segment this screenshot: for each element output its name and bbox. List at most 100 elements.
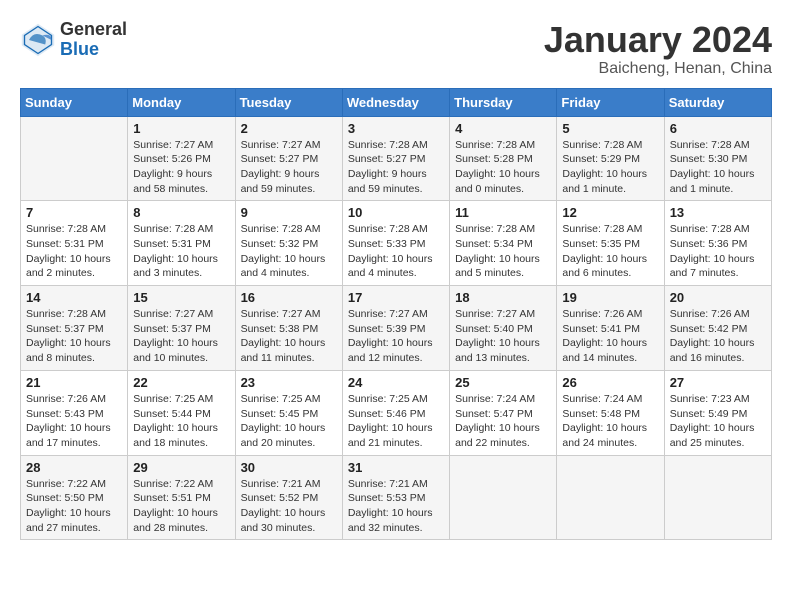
day-info: Sunrise: 7:26 AM Sunset: 5:43 PM Dayligh… [26,392,122,451]
calendar-cell: 25 Sunrise: 7:24 AM Sunset: 5:47 PM Dayli… [450,370,557,455]
day-info: Sunrise: 7:28 AM Sunset: 5:33 PM Dayligh… [348,222,444,281]
calendar-cell: 27 Sunrise: 7:23 AM Sunset: 5:49 PM Dayli… [664,370,771,455]
calendar-title: January 2024 [544,20,772,60]
header-day-thursday: Thursday [450,88,557,116]
day-number: 22 [133,375,229,390]
day-number: 5 [562,121,658,136]
header-day-wednesday: Wednesday [342,88,449,116]
calendar-cell: 17 Sunrise: 7:27 AM Sunset: 5:39 PM Dayli… [342,286,449,371]
day-number: 7 [26,205,122,220]
day-info: Sunrise: 7:21 AM Sunset: 5:53 PM Dayligh… [348,477,444,536]
day-info: Sunrise: 7:28 AM Sunset: 5:29 PM Dayligh… [562,138,658,197]
calendar-cell: 11 Sunrise: 7:28 AM Sunset: 5:34 PM Dayli… [450,201,557,286]
day-info: Sunrise: 7:28 AM Sunset: 5:30 PM Dayligh… [670,138,766,197]
calendar-cell: 6 Sunrise: 7:28 AM Sunset: 5:30 PM Daylig… [664,116,771,201]
day-info: Sunrise: 7:24 AM Sunset: 5:48 PM Dayligh… [562,392,658,451]
day-number: 27 [670,375,766,390]
day-info: Sunrise: 7:22 AM Sunset: 5:50 PM Dayligh… [26,477,122,536]
day-number: 23 [241,375,337,390]
calendar-week-4: 21 Sunrise: 7:26 AM Sunset: 5:43 PM Dayli… [21,370,772,455]
day-info: Sunrise: 7:24 AM Sunset: 5:47 PM Dayligh… [455,392,551,451]
calendar-cell: 13Sunrise: 7:28 AM Sunset: 5:36 PM Dayli… [664,201,771,286]
day-number: 30 [241,460,337,475]
logo-icon [20,22,56,58]
calendar-cell: 22Sunrise: 7:25 AM Sunset: 5:44 PM Dayli… [128,370,235,455]
day-info: Sunrise: 7:28 AM Sunset: 5:34 PM Dayligh… [455,222,551,281]
day-info: Sunrise: 7:21 AM Sunset: 5:52 PM Dayligh… [241,477,337,536]
calendar-week-3: 14Sunrise: 7:28 AM Sunset: 5:37 PM Dayli… [21,286,772,371]
day-info: Sunrise: 7:28 AM Sunset: 5:36 PM Dayligh… [670,222,766,281]
day-number: 25 [455,375,551,390]
day-number: 3 [348,121,444,136]
calendar-cell: 14Sunrise: 7:28 AM Sunset: 5:37 PM Dayli… [21,286,128,371]
calendar-cell: 30 Sunrise: 7:21 AM Sunset: 5:52 PM Dayli… [235,455,342,540]
calendar-cell: 28 Sunrise: 7:22 AM Sunset: 5:50 PM Dayli… [21,455,128,540]
day-number: 10 [348,205,444,220]
calendar-cell: 24 Sunrise: 7:25 AM Sunset: 5:46 PM Dayli… [342,370,449,455]
day-info: Sunrise: 7:27 AM Sunset: 5:27 PM Dayligh… [241,138,337,197]
day-number: 1 [133,121,229,136]
day-info: Sunrise: 7:27 AM Sunset: 5:38 PM Dayligh… [241,307,337,366]
day-info: Sunrise: 7:27 AM Sunset: 5:26 PM Dayligh… [133,138,229,197]
calendar-cell: 20Sunrise: 7:26 AM Sunset: 5:42 PM Dayli… [664,286,771,371]
day-number: 24 [348,375,444,390]
day-number: 19 [562,290,658,305]
day-info: Sunrise: 7:22 AM Sunset: 5:51 PM Dayligh… [133,477,229,536]
day-number: 29 [133,460,229,475]
day-info: Sunrise: 7:28 AM Sunset: 5:28 PM Dayligh… [455,138,551,197]
logo-blue: Blue [60,39,99,59]
day-info: Sunrise: 7:28 AM Sunset: 5:31 PM Dayligh… [26,222,122,281]
calendar-cell: 21 Sunrise: 7:26 AM Sunset: 5:43 PM Dayli… [21,370,128,455]
calendar-cell: 2 Sunrise: 7:27 AM Sunset: 5:27 PM Daylig… [235,116,342,201]
calendar-cell: 26 Sunrise: 7:24 AM Sunset: 5:48 PM Dayli… [557,370,664,455]
calendar-cell [450,455,557,540]
calendar-cell: 5 Sunrise: 7:28 AM Sunset: 5:29 PM Daylig… [557,116,664,201]
day-info: Sunrise: 7:26 AM Sunset: 5:41 PM Dayligh… [562,307,658,366]
day-info: Sunrise: 7:25 AM Sunset: 5:45 PM Dayligh… [241,392,337,451]
header-day-tuesday: Tuesday [235,88,342,116]
day-info: Sunrise: 7:28 AM Sunset: 5:35 PM Dayligh… [562,222,658,281]
calendar-week-5: 28 Sunrise: 7:22 AM Sunset: 5:50 PM Dayli… [21,455,772,540]
calendar-header: SundayMondayTuesdayWednesdayThursdayFrid… [21,88,772,116]
calendar-cell: 31 Sunrise: 7:21 AM Sunset: 5:53 PM Dayli… [342,455,449,540]
calendar-cell [664,455,771,540]
day-number: 31 [348,460,444,475]
day-info: Sunrise: 7:28 AM Sunset: 5:27 PM Dayligh… [348,138,444,197]
calendar-week-1: 1 Sunrise: 7:27 AM Sunset: 5:26 PM Daylig… [21,116,772,201]
calendar-cell: 18Sunrise: 7:27 AM Sunset: 5:40 PM Dayli… [450,286,557,371]
day-info: Sunrise: 7:27 AM Sunset: 5:40 PM Dayligh… [455,307,551,366]
header-day-saturday: Saturday [664,88,771,116]
calendar-cell [21,116,128,201]
header-day-sunday: Sunday [21,88,128,116]
day-info: Sunrise: 7:27 AM Sunset: 5:39 PM Dayligh… [348,307,444,366]
day-number: 11 [455,205,551,220]
day-info: Sunrise: 7:27 AM Sunset: 5:37 PM Dayligh… [133,307,229,366]
day-number: 4 [455,121,551,136]
day-number: 16 [241,290,337,305]
calendar-subtitle: Baicheng, Henan, China [544,60,772,78]
day-info: Sunrise: 7:23 AM Sunset: 5:49 PM Dayligh… [670,392,766,451]
day-number: 21 [26,375,122,390]
calendar-cell: 8Sunrise: 7:28 AM Sunset: 5:31 PM Daylig… [128,201,235,286]
day-number: 15 [133,290,229,305]
day-number: 2 [241,121,337,136]
day-number: 28 [26,460,122,475]
calendar-body: 1 Sunrise: 7:27 AM Sunset: 5:26 PM Daylig… [21,116,772,540]
logo-general: General [60,19,127,39]
header-day-monday: Monday [128,88,235,116]
calendar-cell: 7 Sunrise: 7:28 AM Sunset: 5:31 PM Daylig… [21,201,128,286]
calendar-cell: 10 Sunrise: 7:28 AM Sunset: 5:33 PM Dayli… [342,201,449,286]
day-number: 8 [133,205,229,220]
header-row: SundayMondayTuesdayWednesdayThursdayFrid… [21,88,772,116]
logo-text: General Blue [60,20,127,60]
day-number: 6 [670,121,766,136]
day-info: Sunrise: 7:25 AM Sunset: 5:46 PM Dayligh… [348,392,444,451]
calendar-cell: 4 Sunrise: 7:28 AM Sunset: 5:28 PM Daylig… [450,116,557,201]
calendar-cell: 15 Sunrise: 7:27 AM Sunset: 5:37 PM Dayli… [128,286,235,371]
day-info: Sunrise: 7:28 AM Sunset: 5:37 PM Dayligh… [26,307,122,366]
day-number: 26 [562,375,658,390]
header-day-friday: Friday [557,88,664,116]
calendar-cell: 16 Sunrise: 7:27 AM Sunset: 5:38 PM Dayli… [235,286,342,371]
day-info: Sunrise: 7:26 AM Sunset: 5:42 PM Dayligh… [670,307,766,366]
day-number: 17 [348,290,444,305]
